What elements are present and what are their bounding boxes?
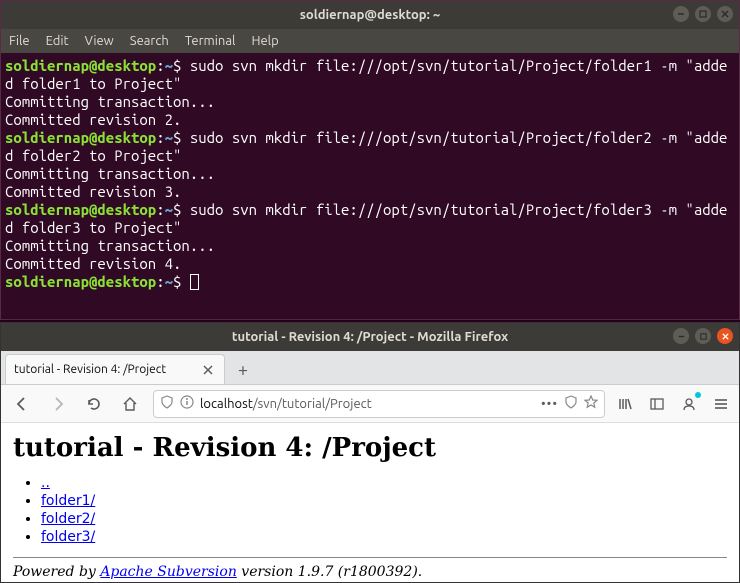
list-item: folder2/ <box>41 511 727 527</box>
terminal-output-line: Committing transaction... <box>5 165 735 183</box>
reload-button[interactable] <box>81 391 107 417</box>
firefox-title: tutorial - Revision 4: /Project - Mozill… <box>232 330 508 344</box>
maximize-button[interactable] <box>695 328 711 344</box>
footer-text: Powered by Apache Subversion version 1.9… <box>13 564 422 580</box>
sidebar-icon[interactable] <box>647 394 667 414</box>
terminal-title: soldiernap@desktop: ~ <box>300 8 440 22</box>
forward-button[interactable] <box>45 391 71 417</box>
terminal-body[interactable]: soldiernap@desktop:~$ sudo svn mkdir fil… <box>1 53 739 295</box>
directory-link[interactable]: folder2/ <box>41 511 95 527</box>
bookmark-star-icon[interactable] <box>584 395 598 412</box>
terminal-output-line: Committed revision 2. <box>5 111 735 129</box>
minimize-button[interactable] <box>673 328 689 344</box>
terminal-window: soldiernap@desktop: ~ File Edit View Sea… <box>0 0 740 320</box>
terminal-output-line: Committed revision 3. <box>5 183 735 201</box>
terminal-output-line: Committed revision 4. <box>5 255 735 273</box>
menu-icon[interactable] <box>711 394 731 414</box>
list-item: folder3/ <box>41 529 727 545</box>
firefox-window: tutorial - Revision 4: /Project - Mozill… <box>0 322 740 583</box>
directory-link[interactable]: folder3/ <box>41 529 95 545</box>
toolbar-right <box>615 394 731 414</box>
close-button[interactable] <box>717 328 733 344</box>
url-bar[interactable]: localhost/svn/tutorial/Project ••• <box>153 390 605 418</box>
menu-edit[interactable]: Edit <box>46 34 69 48</box>
new-tab-button[interactable]: + <box>229 356 257 384</box>
shield-icon[interactable] <box>160 395 174 412</box>
directory-link[interactable]: folder1/ <box>41 493 95 509</box>
firefox-titlebar[interactable]: tutorial - Revision 4: /Project - Mozill… <box>1 323 739 351</box>
list-item: folder1/ <box>41 493 727 509</box>
firefox-window-controls <box>673 328 733 344</box>
ellipsis-icon[interactable]: ••• <box>541 397 558 411</box>
info-icon[interactable] <box>180 395 194 412</box>
footer-link[interactable]: Apache Subversion <box>100 564 237 580</box>
terminal-output-line: Committing transaction... <box>5 237 735 255</box>
menu-terminal[interactable]: Terminal <box>185 34 236 48</box>
navigation-toolbar: localhost/svn/tutorial/Project ••• <box>1 385 739 423</box>
terminal-titlebar[interactable]: soldiernap@desktop: ~ <box>1 1 739 29</box>
list-item: .. <box>41 475 727 491</box>
terminal-command-line: soldiernap@desktop:~$ sudo svn mkdir fil… <box>5 201 735 237</box>
url-text: localhost/svn/tutorial/Project <box>200 397 535 411</box>
tab-bar: tutorial - Revision 4: /Project + <box>1 351 739 385</box>
terminal-command-line: soldiernap@desktop:~$ sudo svn mkdir fil… <box>5 129 735 165</box>
terminal-window-controls <box>673 6 733 22</box>
tab-label: tutorial - Revision 4: /Project <box>14 363 194 376</box>
account-icon[interactable] <box>679 394 699 414</box>
home-button[interactable] <box>117 391 143 417</box>
page-heading: tutorial - Revision 4: /Project <box>13 433 727 463</box>
directory-link[interactable]: .. <box>41 475 50 491</box>
maximize-button[interactable] <box>695 6 711 22</box>
terminal-command-line: soldiernap@desktop:~$ sudo svn mkdir fil… <box>5 57 735 93</box>
directory-list: .. folder1/folder2/folder3/ <box>41 475 727 545</box>
page-content[interactable]: tutorial - Revision 4: /Project .. folder… <box>1 423 739 582</box>
minimize-button[interactable] <box>673 6 689 22</box>
terminal-menubar: File Edit View Search Terminal Help <box>1 29 739 53</box>
back-button[interactable] <box>9 391 35 417</box>
terminal-output-line: Committing transaction... <box>5 93 735 111</box>
menu-file[interactable]: File <box>9 34 30 48</box>
menu-view[interactable]: View <box>85 34 114 48</box>
menu-search[interactable]: Search <box>130 34 169 48</box>
close-button[interactable] <box>717 6 733 22</box>
divider <box>13 557 727 558</box>
reader-icon[interactable] <box>564 395 578 412</box>
cursor-icon <box>190 274 199 290</box>
browser-tab[interactable]: tutorial - Revision 4: /Project <box>5 354 225 384</box>
terminal-prompt[interactable]: soldiernap@desktop:~$ <box>5 273 735 291</box>
menu-help[interactable]: Help <box>251 34 278 48</box>
tab-close-icon[interactable] <box>200 362 216 378</box>
library-icon[interactable] <box>615 394 635 414</box>
